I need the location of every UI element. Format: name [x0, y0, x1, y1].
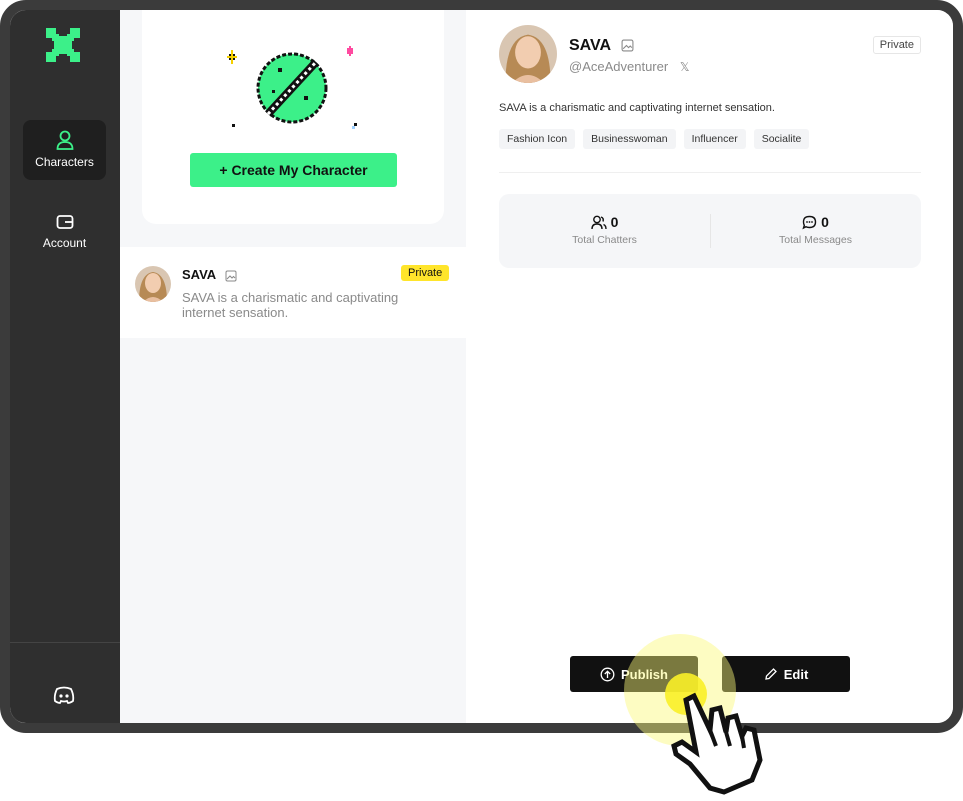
character-description: SAVA is a charismatic and captivating in… — [182, 290, 399, 320]
character-description: SAVA is a charismatic and captivating in… — [499, 102, 775, 114]
stat-value: 0 — [821, 214, 829, 230]
character-handle: @AceAdventurer 𝕏 — [569, 59, 690, 74]
status-badge: Private — [401, 265, 450, 281]
sidebar-item-label: Characters — [35, 155, 94, 169]
character-name: SAVA — [569, 37, 634, 55]
visibility-badge: Private — [872, 36, 921, 54]
sidebar-item-label: Account — [42, 236, 87, 250]
sidebar: Characters Account — [10, 10, 120, 723]
users-icon — [590, 215, 607, 229]
avatar — [135, 266, 171, 302]
stat-label: Total Messages — [779, 234, 852, 246]
divider — [499, 172, 921, 173]
tag-list: Fashion Icon Businesswoman Influencer So… — [499, 129, 810, 149]
chat-bubble-icon — [802, 215, 817, 229]
character-list-panel: + Create My Character SAVA Private SAVA — [120, 10, 466, 723]
sidebar-item-characters[interactable]: Characters — [23, 120, 106, 180]
discord-icon[interactable] — [53, 686, 75, 709]
character-detail-panel: SAVA @AceAdventurer 𝕏 Private SAVA is a … — [466, 10, 953, 723]
stat-messages: 0 Total Messages — [710, 194, 921, 268]
tag: Socialite — [753, 129, 810, 149]
edit-button-label: Edit — [783, 666, 809, 682]
pencil-icon — [764, 668, 777, 680]
sidebar-divider — [10, 642, 120, 643]
avatar — [499, 25, 557, 83]
stats-card: 0 Total Chatters 0 Total Messages — [499, 194, 921, 268]
character-name: SAVA — [182, 267, 237, 282]
upload-icon — [600, 667, 615, 681]
tag: Businesswoman — [583, 129, 676, 149]
wallet-icon — [56, 215, 73, 229]
x-twitter-icon[interactable]: 𝕏 — [680, 60, 690, 74]
list-item[interactable]: SAVA Private SAVA is a charismatic and c… — [120, 247, 466, 338]
create-character-button[interactable]: + Create My Character — [190, 153, 397, 187]
image-icon — [621, 39, 634, 52]
tag: Fashion Icon — [499, 129, 576, 149]
stat-value: 0 — [610, 214, 619, 230]
stat-label: Total Chatters — [572, 234, 637, 246]
app-window: Characters Account + Create My Character… — [0, 0, 963, 733]
logo[interactable] — [46, 28, 80, 67]
stat-chatters: 0 Total Chatters — [499, 194, 710, 268]
tag: Influencer — [683, 129, 746, 149]
planet-illustration — [227, 46, 357, 129]
sidebar-item-account[interactable]: Account — [23, 203, 106, 263]
image-icon — [225, 270, 237, 282]
create-character-card: + Create My Character — [142, 10, 444, 224]
user-icon — [56, 130, 73, 150]
hand-cursor-icon — [671, 692, 763, 795]
